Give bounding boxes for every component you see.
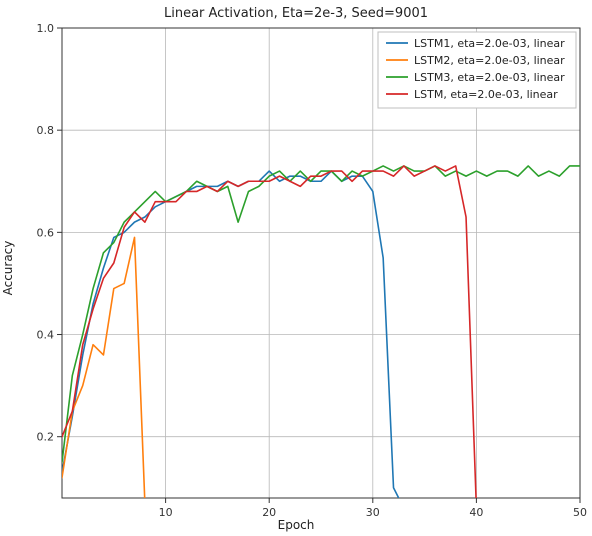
y-tick-label: 0.8: [37, 124, 55, 137]
legend-label: LSTM2, eta=2.0e-03, linear: [414, 54, 565, 67]
y-tick-label: 1.0: [37, 22, 55, 35]
y-tick-label: 0.6: [37, 226, 55, 239]
legend-label: LSTM3, eta=2.0e-03, linear: [414, 71, 565, 84]
x-tick-label: 20: [262, 506, 276, 519]
x-tick-label: 30: [366, 506, 380, 519]
legend-label: LSTM1, eta=2.0e-03, linear: [414, 37, 565, 50]
legend-label: LSTM, eta=2.0e-03, linear: [414, 88, 558, 101]
chart-svg: 10 20 30 40 50 0.2 0.4 0.6 0.8 1.0 LSTM1, eta=2.0e…: [0, 0, 592, 536]
chart-root: Linear Activation, Eta=2e-3, Seed=9001 A…: [0, 0, 592, 536]
y-tick-label: 0.4: [37, 329, 55, 342]
legend: LSTM1, eta=2.0e-03, linear LSTM2, eta=2.0…: [378, 32, 576, 108]
x-tick-label: 40: [469, 506, 483, 519]
x-tick-label: 50: [573, 506, 587, 519]
y-tick-label: 0.2: [37, 431, 55, 444]
x-tick-label: 10: [159, 506, 173, 519]
